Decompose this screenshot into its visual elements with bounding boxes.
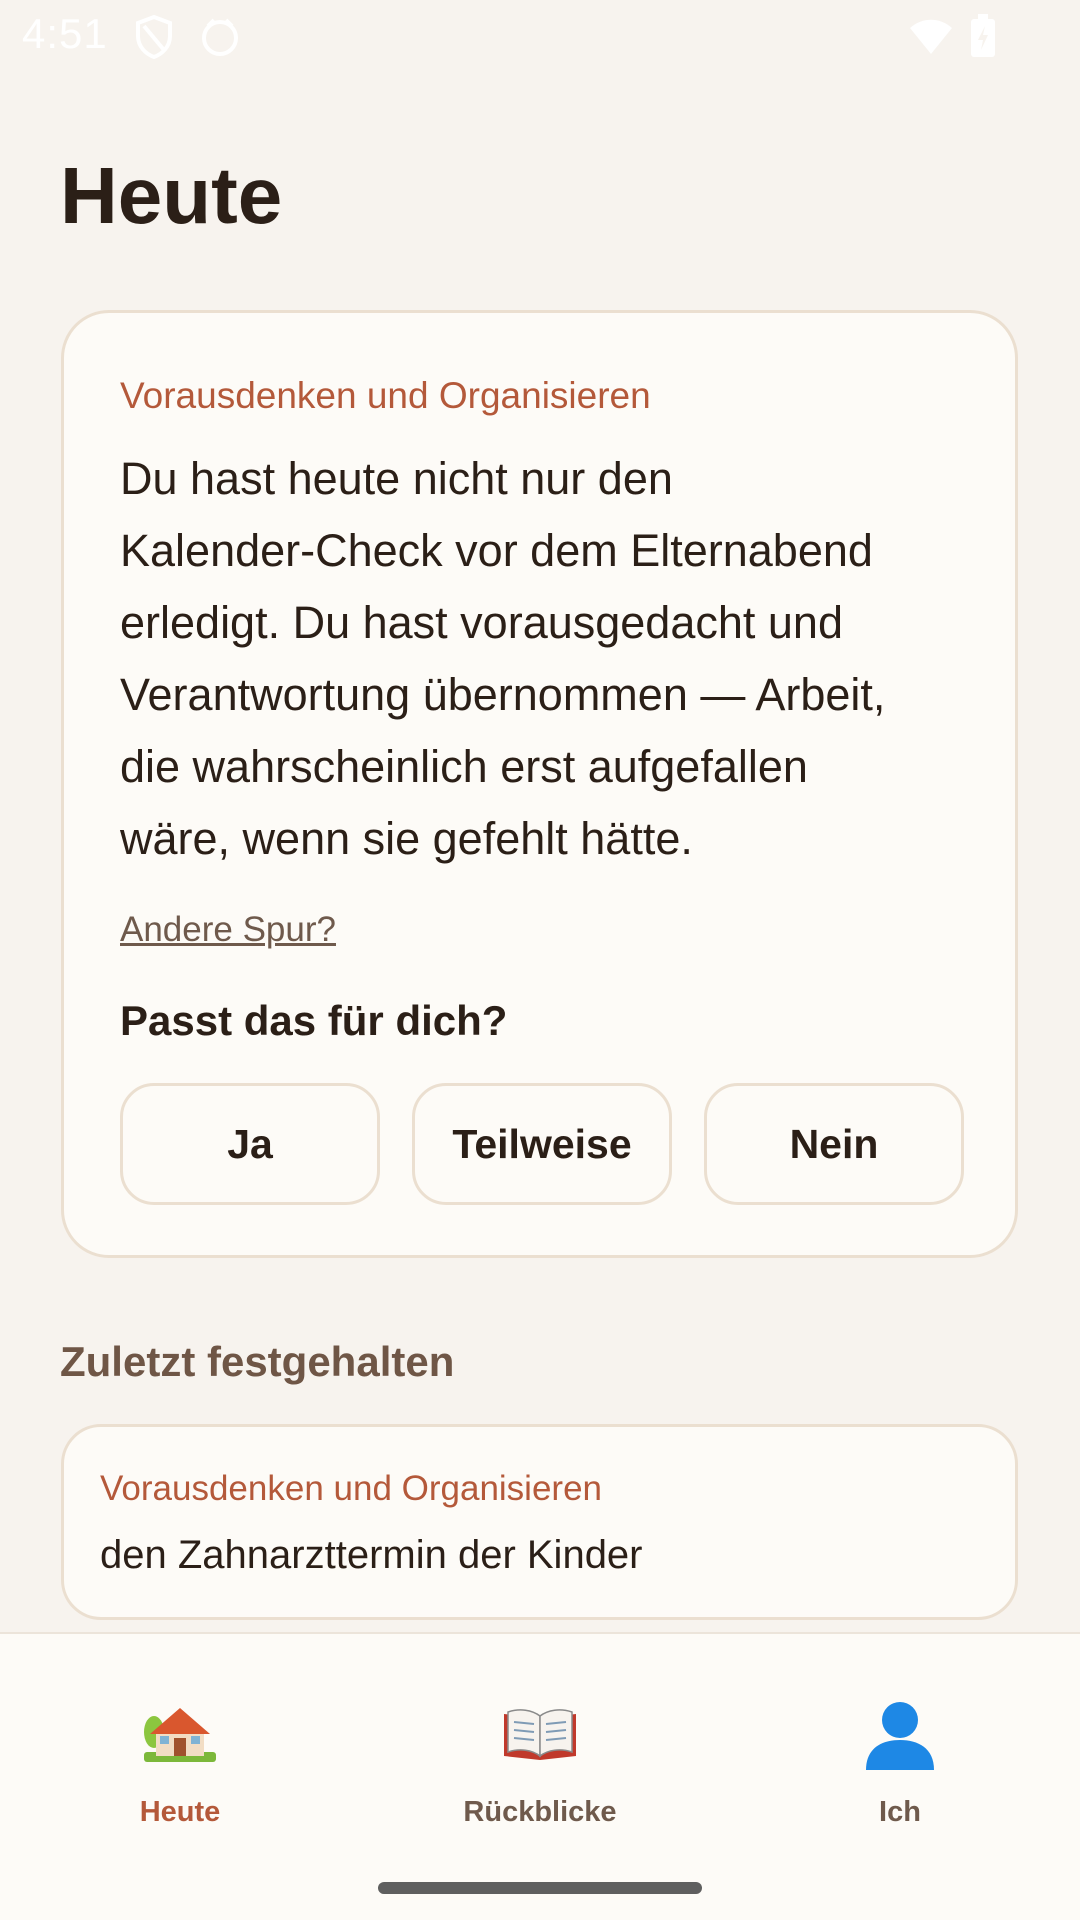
nav-item-heute[interactable]: Heute (60, 1694, 300, 1844)
insight-text-line: Verantwortung übernommen — Arbeit, (120, 669, 886, 720)
insight-text-line: Kalender-Check vor dem Elternabend (120, 525, 873, 576)
nav-label-ich: Ich (879, 1796, 921, 1828)
insight-text-line: Du hast heute nicht nur den (120, 453, 673, 504)
nav-label-rueckblicke: Rückblicke (463, 1796, 617, 1828)
person-icon (860, 1694, 940, 1774)
bottom-nav: Heute Rückblicke Ich (0, 1632, 1080, 1920)
recent-entry-text: den Zahnarzttermin der Kinder (100, 1533, 643, 1577)
nav-label-heute: Heute (139, 1796, 221, 1828)
feedback-question: Passt das für dich? (120, 997, 508, 1044)
insight-text-line: erledigt. Du hast vorausgedacht und (120, 597, 843, 648)
screen: 4:51 Heute Vorausdenken und Organisieren… (0, 0, 1080, 1920)
answer-yes-button[interactable]: Ja (120, 1083, 380, 1205)
other-track-link[interactable]: Andere Spur? (120, 910, 336, 950)
battery-icon (970, 14, 996, 63)
answer-partly-button[interactable]: Teilweise (412, 1083, 672, 1205)
recent-entry-category: Vorausdenken und Organisieren (100, 1469, 603, 1508)
answer-no-button[interactable]: Nein (704, 1083, 964, 1205)
open-book-icon (500, 1694, 580, 1774)
status-time: 4:51 (22, 10, 108, 57)
recent-entry-card[interactable]: Vorausdenken und Organisieren den Zahnar… (61, 1424, 1018, 1620)
insight-card: Vorausdenken und Organisieren Du hast he… (61, 310, 1018, 1258)
nav-item-rueckblicke[interactable]: Rückblicke (420, 1694, 660, 1844)
status-bar: 4:51 (0, 0, 1080, 80)
gesture-bar[interactable] (378, 1882, 702, 1894)
insight-text-line: wäre, wenn sie gefehlt hätte. (120, 813, 693, 864)
insight-category: Vorausdenken und Organisieren (120, 375, 651, 416)
shield-icon (134, 14, 174, 65)
wifi-icon (908, 16, 954, 61)
page-title: Heute (60, 151, 283, 240)
face-icon (198, 14, 242, 63)
insight-text-line: die wahrscheinlich erst aufgefallen (120, 741, 808, 792)
house-icon (140, 1694, 220, 1774)
insight-text: Du hast heute nicht nur den Kalender-Che… (120, 443, 970, 875)
nav-item-ich[interactable]: Ich (780, 1694, 1020, 1844)
recent-section-title: Zuletzt festgehalten (60, 1338, 455, 1385)
